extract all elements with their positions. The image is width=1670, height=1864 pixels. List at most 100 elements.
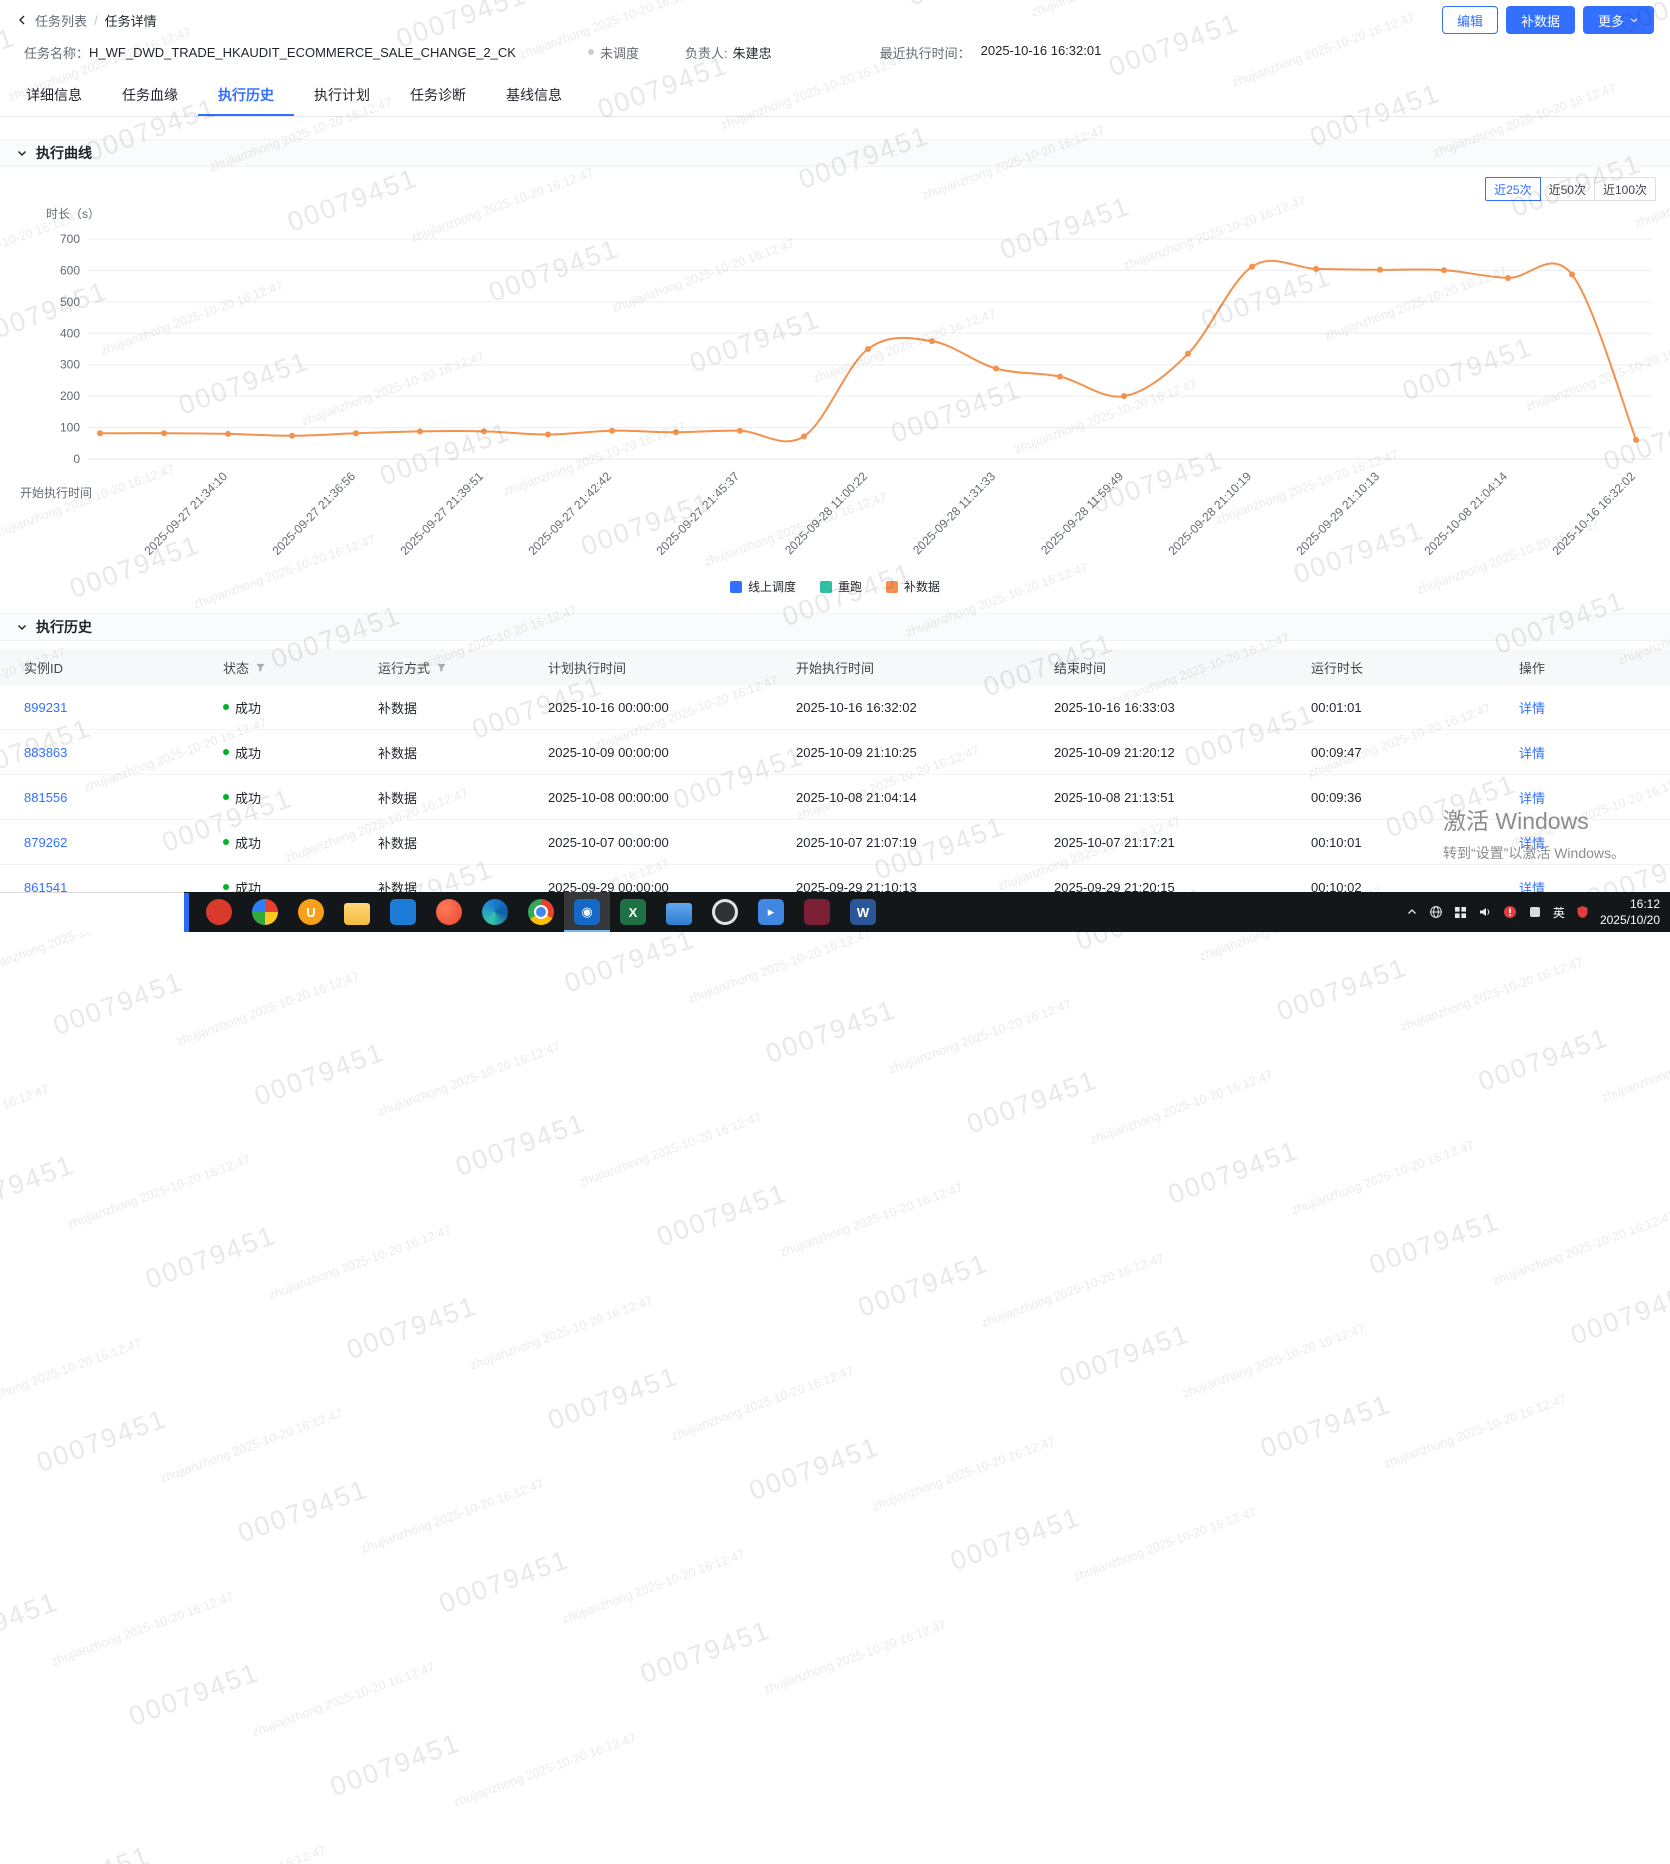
tab-执行计划[interactable]: 执行计划 bbox=[294, 74, 390, 116]
instance-id-link[interactable]: 879262 bbox=[24, 835, 67, 850]
edit-button[interactable]: 编辑 bbox=[1442, 6, 1498, 34]
duration: 00:09:36 bbox=[1311, 790, 1519, 805]
svg-text:700: 700 bbox=[60, 232, 80, 246]
tab-基线信息[interactable]: 基线信息 bbox=[486, 74, 582, 116]
chevron-down-icon bbox=[16, 147, 28, 159]
app-grid-icon[interactable] bbox=[1454, 906, 1467, 919]
volume-icon[interactable] bbox=[1478, 905, 1492, 919]
watermark-id-text: 00079451 bbox=[49, 966, 188, 1042]
tab-执行历史[interactable]: 执行历史 bbox=[198, 74, 294, 116]
taskbar-clock[interactable]: 16:12 2025/10/20 bbox=[1600, 896, 1660, 928]
watermark-user-text: zhujianzhong 2025-10-20 16:12:47 bbox=[560, 1547, 746, 1626]
ime-mode-icon[interactable] bbox=[1528, 905, 1542, 919]
taskbar-app-blue-folder-app[interactable] bbox=[656, 892, 702, 932]
chrome-browser-icon bbox=[528, 899, 554, 925]
run-method: 补数据 bbox=[378, 788, 548, 807]
tab-任务血缘[interactable]: 任务血缘 bbox=[102, 74, 198, 116]
legend-item-补数据[interactable]: 补数据 bbox=[886, 578, 940, 595]
svg-text:2025-09-28 11:00:22: 2025-09-28 11:00:22 bbox=[782, 469, 870, 557]
taskbar-app-uc-browser[interactable]: U bbox=[288, 892, 334, 932]
history-table-row: 879262成功补数据2025-10-07 00:00:002025-10-07… bbox=[0, 820, 1670, 865]
watermark-user-text: zhujianzhong 2025-10-20 16:12:47 bbox=[686, 927, 872, 1006]
filter-icon[interactable] bbox=[436, 662, 447, 673]
range-button-近50次[interactable]: 近50次 bbox=[1540, 177, 1595, 201]
watermark-id-text: 00079451 bbox=[1474, 1022, 1613, 1098]
more-button[interactable]: 更多 bbox=[1583, 6, 1654, 34]
tray-expand-icon[interactable] bbox=[1406, 906, 1418, 918]
watermark-user-text: zhujianzhong 2025-10-20 16:12:47 bbox=[979, 1251, 1165, 1330]
taskbar-app-red-browser[interactable] bbox=[196, 892, 242, 932]
taskbar-apps: U ◉X ▸ W bbox=[196, 892, 886, 932]
detail-link[interactable]: 详情 bbox=[1519, 746, 1545, 761]
instance-id-link[interactable]: 881556 bbox=[24, 790, 67, 805]
watermark-user-text: zhujianzhong 2025-10-20 16:12:47 bbox=[468, 1293, 654, 1372]
watermark-id-text: 00079451 bbox=[125, 1657, 264, 1733]
planned-time: 2025-10-16 00:00:00 bbox=[548, 700, 796, 715]
svg-text:2025-09-27 21:36:56: 2025-09-27 21:36:56 bbox=[269, 469, 358, 558]
watermark-id-text: 00079451 bbox=[16, 1840, 155, 1864]
taskbar-app-edge-browser[interactable] bbox=[472, 892, 518, 932]
taskbar-app-camera-app[interactable]: ◉ bbox=[564, 892, 610, 932]
taskbar-app-chrome-browser[interactable] bbox=[518, 892, 564, 932]
breadcrumb-task-list[interactable]: 任务列表 bbox=[35, 11, 87, 30]
task-status-text: 未调度 bbox=[600, 43, 639, 62]
watermark-id-text: 00079451 bbox=[1567, 1276, 1670, 1352]
watermark-id-text: 00079451 bbox=[854, 1248, 993, 1324]
legend-label: 重跑 bbox=[838, 578, 862, 595]
back-chevron-icon[interactable] bbox=[16, 14, 28, 26]
filter-icon[interactable] bbox=[255, 662, 266, 673]
uc-browser-icon: U bbox=[298, 899, 324, 925]
taskbar-app-pinwheel-app[interactable] bbox=[242, 892, 288, 932]
detail-link[interactable]: 详情 bbox=[1519, 701, 1545, 716]
legend-label: 线上调度 bbox=[748, 578, 796, 595]
history-section-header[interactable]: 执行历史 bbox=[0, 613, 1670, 641]
taskbar-app-maroon-app[interactable] bbox=[794, 892, 840, 932]
task-status: 未调度 bbox=[588, 43, 639, 62]
legend-item-线上调度[interactable]: 线上调度 bbox=[730, 578, 796, 595]
end-time: 2025-10-07 21:17:21 bbox=[1054, 835, 1311, 850]
watermark-user-text: zhujianzhong 2025-10-20 16:12:47 bbox=[267, 1223, 453, 1302]
taskbar-app-media-app[interactable]: ▸ bbox=[748, 892, 794, 932]
watermark-id-text: 00079451 bbox=[544, 1361, 683, 1437]
alert-badge-icon[interactable] bbox=[1503, 905, 1517, 919]
history-table-row: 899231成功补数据2025-10-16 00:00:002025-10-16… bbox=[0, 685, 1670, 730]
taskbar-app-file-explorer[interactable] bbox=[334, 892, 380, 932]
maroon-app-icon bbox=[804, 899, 830, 925]
chart-legend: 线上调度 重跑 补数据 bbox=[0, 578, 1670, 595]
legend-swatch-icon bbox=[820, 581, 832, 593]
column-header-实例ID: 实例ID bbox=[24, 658, 223, 677]
curve-section-header[interactable]: 执行曲线 bbox=[0, 139, 1670, 167]
input-language-indicator[interactable]: 英 bbox=[1553, 904, 1565, 921]
taskbar-app-word[interactable]: W bbox=[840, 892, 886, 932]
taskbar-window-preview[interactable] bbox=[0, 892, 184, 932]
status-dot-icon bbox=[223, 839, 229, 845]
watermark-id-text: 00079451 bbox=[343, 1290, 482, 1366]
taskbar-app-dark-round-app[interactable] bbox=[702, 892, 748, 932]
range-button-近100次[interactable]: 近100次 bbox=[1594, 177, 1656, 201]
svg-text:2025-09-27 21:34:10: 2025-09-27 21:34:10 bbox=[141, 469, 230, 558]
page-actions: 编辑 补数据 更多 bbox=[1442, 6, 1654, 34]
instance-id-link[interactable]: 899231 bbox=[24, 700, 67, 715]
detail-link[interactable]: 详情 bbox=[1519, 836, 1545, 851]
watermark-id-text: 00079451 bbox=[250, 1037, 389, 1113]
word-icon: W bbox=[850, 899, 876, 925]
backfill-button[interactable]: 补数据 bbox=[1506, 6, 1575, 34]
start-time: 2025-10-08 21:04:14 bbox=[796, 790, 1054, 805]
tab-任务诊断[interactable]: 任务诊断 bbox=[390, 74, 486, 116]
taskbar-app-excel[interactable]: X bbox=[610, 892, 656, 932]
legend-item-重跑[interactable]: 重跑 bbox=[820, 578, 862, 595]
watermark-id-text: 00079451 bbox=[33, 1403, 172, 1479]
taskbar-app-opera-like-app[interactable] bbox=[426, 892, 472, 932]
watermark-id-text: 00079451 bbox=[0, 1150, 79, 1226]
watermark-user-text: zhujianzhong 2025-10-20 16:12:47 bbox=[1398, 955, 1584, 1034]
last-run: 最近执行时间： 2025-10-16 16:32:01 bbox=[880, 43, 1102, 62]
column-label: 状态 bbox=[223, 658, 249, 677]
taskbar-app-vscode[interactable] bbox=[380, 892, 426, 932]
range-button-近25次[interactable]: 近25次 bbox=[1485, 177, 1540, 201]
security-badge-icon[interactable] bbox=[1576, 905, 1589, 919]
tab-详细信息[interactable]: 详细信息 bbox=[6, 74, 102, 116]
column-label: 操作 bbox=[1519, 658, 1545, 677]
detail-link[interactable]: 详情 bbox=[1519, 791, 1545, 806]
instance-id-link[interactable]: 883863 bbox=[24, 745, 67, 760]
globe-network-icon[interactable] bbox=[1429, 905, 1443, 919]
